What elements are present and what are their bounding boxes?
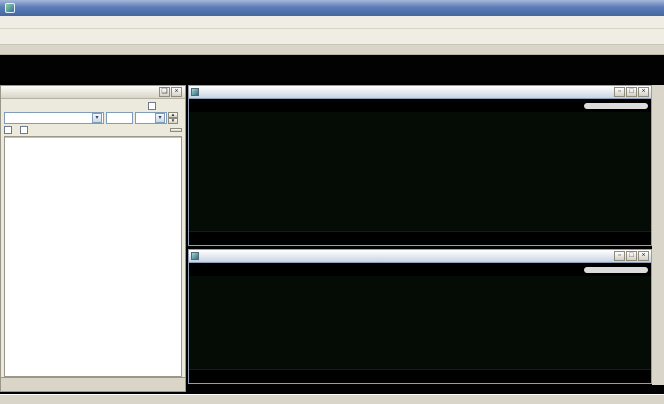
analog-display-1-window: ▫ □ ×	[188, 249, 652, 384]
preview-title-bar	[0, 45, 664, 55]
waveform-plot-area[interactable]	[189, 276, 651, 369]
trigger-panel-body: ▾ ▾ ▲▼	[1, 99, 185, 377]
display-icon	[191, 252, 199, 260]
delay-spinner[interactable]: ▲▼	[168, 112, 178, 124]
preview-display-area[interactable]	[0, 55, 664, 82]
dock-button[interactable]: ▫	[614, 87, 625, 97]
auto-trig-checkbox[interactable]	[148, 102, 156, 110]
time-axis	[189, 369, 651, 383]
samples-button[interactable]	[170, 128, 182, 132]
sbench-application-window: ❏ × ▾	[0, 0, 664, 404]
trigger-panel: ❏ × ▾	[0, 85, 186, 378]
spin-down-icon[interactable]: ▼	[168, 118, 178, 124]
horizontal-scrollbar[interactable]	[584, 103, 648, 109]
delay-value-dropdown[interactable]: ▾	[135, 112, 167, 124]
trigger-panel-title-bar[interactable]: ❏ ×	[1, 86, 185, 99]
or-mask-checkbox[interactable]	[4, 126, 12, 134]
dropdown-arrow-icon[interactable]: ▾	[155, 113, 165, 123]
display-icon	[191, 88, 199, 96]
title-bar[interactable]	[0, 0, 664, 16]
main-toolbar	[0, 29, 664, 45]
mdi-area: ❏ × ▾	[0, 82, 664, 394]
channel-legend-bar	[189, 99, 651, 112]
display-title-bar[interactable]: ▫ □ ×	[189, 86, 651, 99]
float-panel-button[interactable]: ❏	[159, 87, 170, 97]
maximize-button[interactable]: □	[626, 251, 637, 261]
display-tool-column	[652, 85, 664, 385]
close-button[interactable]: ×	[638, 251, 649, 261]
maximize-button[interactable]: □	[626, 87, 637, 97]
horizontal-scrollbar[interactable]	[584, 267, 648, 273]
close-panel-button[interactable]: ×	[171, 87, 182, 97]
menu-bar	[0, 16, 664, 29]
trigger-channel-table	[4, 136, 182, 377]
close-button[interactable]: ×	[638, 87, 649, 97]
settings-tab-bar	[0, 378, 186, 392]
status-bar	[0, 394, 664, 404]
auto-trig-timeout-field[interactable]	[106, 112, 133, 124]
time-axis	[189, 231, 651, 245]
display-title-bar[interactable]: ▫ □ ×	[189, 250, 651, 263]
dock-button[interactable]: ▫	[614, 251, 625, 261]
waveform-plot-area[interactable]	[189, 112, 651, 231]
channel-legend-bar	[189, 263, 651, 276]
and-mask-checkbox[interactable]	[20, 126, 28, 134]
analog-display-0-window: ▫ □ ×	[188, 85, 652, 246]
trigger-source-dropdown[interactable]: ▾	[4, 112, 104, 124]
app-icon	[5, 3, 15, 13]
table-header-row	[5, 137, 181, 138]
dropdown-arrow-icon[interactable]: ▾	[92, 113, 102, 123]
